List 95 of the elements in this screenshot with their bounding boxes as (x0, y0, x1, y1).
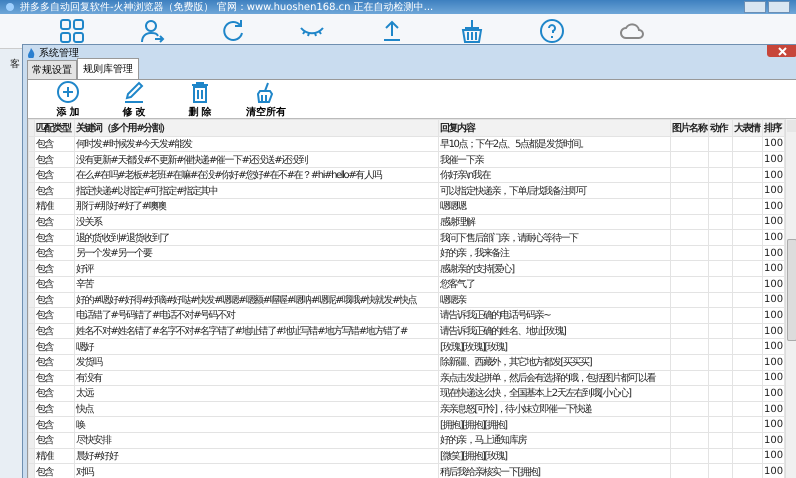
table-cell: 请告诉我正确的电话号码亲~ (438, 308, 670, 324)
table-cell: 包含 (34, 464, 74, 478)
table-cell: 感谢亲的支持[爱心] (438, 260, 670, 276)
table-cell: 包含 (34, 276, 74, 292)
table-cell: 包含 (34, 386, 74, 402)
table-cell: 稍后我给亲核实一下[拥抱] (438, 464, 670, 478)
column-header[interactable]: 图片名称 (670, 120, 708, 136)
table-cell: 现在快递这么快，全国基本上2天左右到哦[小心心] (438, 386, 670, 402)
dialog-title: 系统管理 (39, 46, 80, 60)
grid-icon[interactable] (59, 18, 85, 44)
table-cell: 没有更新#天都没#不更新#催快递#催一下#还没送#还没到 (74, 152, 438, 168)
table-cell: 好的#嗯好#好得#好嘀#好哒#快发#嗯嗯#嗯额#喔喔#嗯呐#嗯呢#哦哦#快就发#快点 (74, 292, 438, 308)
add-button[interactable]: 添 加 (44, 80, 92, 118)
table-cell: 我催一下亲 (438, 152, 670, 168)
table-cell: 包含 (34, 167, 74, 183)
broom-basket-icon[interactable] (459, 18, 485, 44)
table-cell: [微笑][拥抱][玫瑰] (438, 448, 670, 464)
table-cell: 没关系 (74, 214, 438, 230)
table-cell: 包含 (34, 370, 74, 386)
table-cell: 辛苦 (74, 276, 438, 292)
table-cell: 精准 (34, 448, 74, 464)
table-cell: 包含 (34, 152, 74, 168)
table-cell: 电话错了#号码错了#电话不对#号码不对 (74, 308, 438, 324)
table-cell: 您客气了 (438, 276, 670, 292)
table-cell: 包含 (34, 354, 74, 370)
table-cell: [玫瑰][玫瑰][玫瑰] (438, 338, 670, 354)
column-header[interactable]: 匹配类型 (34, 120, 74, 136)
add-icon (56, 80, 80, 104)
table-cell: 好评 (74, 260, 438, 276)
table-cell: 包含 (34, 182, 74, 199)
column-header[interactable]: 大表情 (732, 120, 762, 136)
table-cell: 包含 (34, 245, 74, 261)
delete-button[interactable]: 删 除 (176, 80, 224, 118)
table-cell: 包含 (34, 416, 74, 432)
table-cell: 包含 (34, 230, 74, 246)
table-cell: 早10点；下午2点、5点都是发货时间。 (438, 136, 670, 152)
table-cell: 你好亲\n我在 (438, 167, 670, 183)
edit-button[interactable]: 修 改 (110, 80, 158, 118)
table-cell: 包含 (34, 214, 74, 230)
column-header[interactable]: 排序 (762, 120, 784, 136)
table-cell: 我问下售后部门亲，请耐心等待一下 (438, 230, 670, 246)
table-cell: 退的货收到#退货收到了 (74, 230, 438, 246)
tab[interactable]: 常规设置 (27, 60, 77, 79)
table-cell: 嗯好 (74, 338, 438, 354)
customer-label: 客 (10, 58, 20, 71)
table-cell: 快点 (74, 401, 438, 417)
table-cell: 包含 (34, 136, 74, 152)
table-cell: 亲点击发起拼单，然后会有选择的哦，包括图片都可以看 (438, 370, 670, 386)
table-cell: 除新疆、西藏外，其它地方都发[买买买] (438, 354, 670, 370)
pencil-icon (122, 80, 146, 104)
table-cell: 另一个发#另一个要 (74, 245, 438, 261)
window-title: 拼多多自动回复软件-火神浏览器（免费版） 官网：www.huoshen168.cn 正在自动检测中... (20, 0, 434, 14)
table-cell: 好的亲，马上通知库房 (438, 432, 670, 448)
table-cell: 嗯嗯亲 (438, 292, 670, 308)
table-cell: 请告诉我正确的姓名、地址[玫瑰] (438, 323, 670, 339)
table-cell: 在么#在吗#老板#老班#在嘛#在没#你好#您好#在不#在？#hi#hello#有人吗 (74, 167, 438, 183)
help-icon[interactable] (539, 18, 565, 44)
table-cell: 包含 (34, 292, 74, 308)
app-icon (6, 3, 14, 11)
column-header[interactable]: 动作 (708, 120, 732, 136)
table-cell: 太远 (74, 386, 438, 402)
table-cell: 感谢理解 (438, 214, 670, 230)
table-cell: 发货吗 (74, 354, 438, 370)
table-cell: 包含 (34, 308, 74, 324)
table-cell: 指定快递#以指定#可指定#指定其中 (74, 182, 438, 199)
table-cell: 嗯嗯嗯 (438, 198, 670, 214)
table-cell: 包含 (34, 338, 74, 354)
table-cell: 对吗 (74, 464, 438, 478)
table-cell: 姓名不对#姓名错了#名字不对#名字错了#地址错了#地址写错#地方写错#地方错了# (74, 323, 438, 339)
tab[interactable]: 规则库管理 (77, 58, 139, 79)
table-cell: [拥抱][拥抱][拥抱] (438, 416, 670, 432)
table-cell: 包含 (34, 260, 74, 276)
table-cell: 精准 (34, 198, 74, 214)
table-cell: 晨好#好好 (74, 448, 438, 464)
close-button[interactable] (767, 45, 796, 57)
table-cell: 好的亲，我来备注 (438, 245, 670, 261)
minimize-button[interactable] (744, 1, 766, 13)
close-icon (778, 46, 786, 56)
maximize-button[interactable] (768, 1, 790, 13)
table-cell: 包含 (34, 323, 74, 339)
user-arrow-icon[interactable] (139, 18, 165, 44)
clear-button[interactable]: 清空所有 (242, 80, 290, 118)
scroll-thumb[interactable] (787, 239, 796, 341)
table-cell: 唤 (74, 416, 438, 432)
table-cell: 包含 (34, 401, 74, 417)
table-cell: 可以指定快递亲，下单后找我备注即可 (438, 182, 670, 199)
table-cell: 何时发#时候发#今天发#能发 (74, 136, 438, 152)
table-cell: 那行#那好#好了#噢噢 (74, 198, 438, 214)
column-header[interactable]: 回复内容 (438, 120, 670, 136)
column-header[interactable]: 关键词（多个用#分割） (74, 120, 438, 136)
table-cell: 包含 (34, 432, 74, 448)
table-cell: 亲亲息怒[可怜]，待小妹立即催一下快递 (438, 401, 670, 417)
table-cell: 有没有 (74, 370, 438, 386)
flame-icon (27, 48, 35, 58)
table-cell: 尽快安排 (74, 432, 438, 448)
